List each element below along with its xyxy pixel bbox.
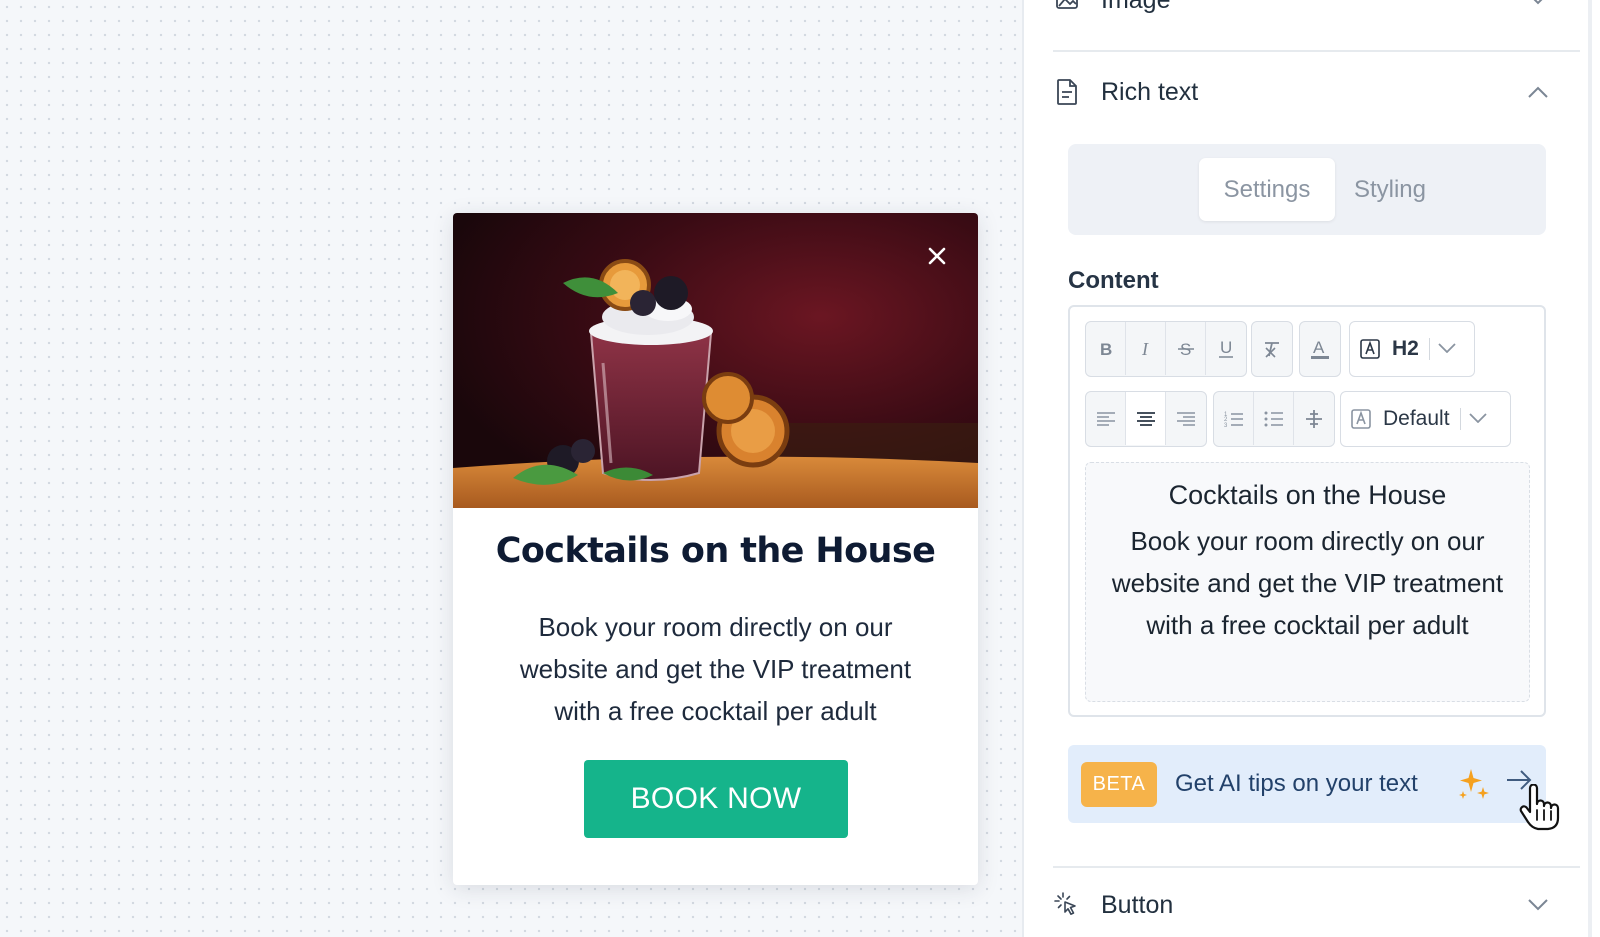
bold-icon[interactable]: B: [1086, 322, 1126, 375]
ai-tips-label: Get AI tips on your text: [1175, 770, 1418, 797]
align-left-icon[interactable]: [1086, 392, 1126, 445]
italic-icon[interactable]: I: [1126, 322, 1166, 375]
editor-body-text: Book your room directly on our website a…: [1111, 526, 1504, 640]
clear-format-group: [1251, 321, 1293, 377]
hand-pointer-cursor-icon: [1518, 783, 1562, 837]
bullet-list-icon[interactable]: [1254, 392, 1294, 445]
select-separator: [1459, 408, 1462, 430]
tab-settings[interactable]: Settings: [1199, 158, 1335, 221]
sparkle-icon: [1457, 767, 1491, 806]
font-family-select[interactable]: Default: [1340, 391, 1511, 447]
divider: [1053, 866, 1580, 868]
beta-badge: BETA: [1081, 761, 1157, 807]
document-icon: [1053, 78, 1081, 106]
popup-body-text[interactable]: Book your room directly on our website a…: [503, 606, 928, 732]
align-right-icon[interactable]: [1166, 392, 1206, 445]
ordered-list-icon[interactable]: 123: [1214, 392, 1254, 445]
cursor-click-icon: [1053, 891, 1081, 919]
svg-text:B: B: [1100, 340, 1112, 358]
text-color-icon[interactable]: A: [1300, 322, 1340, 375]
svg-text:U: U: [1220, 339, 1232, 357]
svg-text:A: A: [1313, 338, 1325, 357]
tab-styling[interactable]: Styling: [1335, 158, 1445, 221]
align-button-group: [1085, 391, 1207, 447]
chevron-up-icon[interactable]: [1524, 78, 1552, 106]
font-box-icon: [1351, 409, 1371, 429]
image-section-header[interactable]: Image: [1053, 0, 1552, 14]
strikethrough-icon[interactable]: S: [1166, 322, 1206, 375]
heading-select[interactable]: H2: [1349, 321, 1475, 377]
cocktail-photo[interactable]: [453, 213, 978, 508]
chevron-down-icon[interactable]: [1524, 891, 1552, 919]
book-now-button[interactable]: BOOK NOW: [584, 760, 848, 838]
format-button-group: B I S U: [1085, 321, 1247, 377]
chevron-down-icon: [1438, 340, 1456, 358]
image-section-label: Image: [1101, 0, 1524, 15]
close-icon[interactable]: [922, 241, 952, 271]
line-height-icon[interactable]: [1294, 392, 1334, 445]
heading-select-value: H2: [1392, 337, 1419, 360]
underline-icon[interactable]: U: [1206, 322, 1246, 375]
chevron-down-icon: [1469, 410, 1487, 428]
svg-text:3: 3: [1224, 423, 1228, 428]
list-button-group: 123: [1213, 391, 1335, 447]
font-family-select-value: Default: [1383, 407, 1450, 430]
popup-preview[interactable]: Cocktails on the House Book your room di…: [453, 213, 978, 885]
ai-tips-button[interactable]: BETA Get AI tips on your text: [1068, 745, 1546, 823]
image-icon: [1053, 0, 1081, 14]
editor-canvas[interactable]: Cocktails on the House Book your room di…: [0, 0, 1022, 937]
properties-panel: Image Rich text Settings Styling Content…: [1022, 0, 1600, 937]
divider: [1053, 50, 1580, 52]
settings-styling-tabs: Settings Styling: [1068, 144, 1546, 235]
align-center-icon[interactable]: [1126, 392, 1166, 445]
scrollbar[interactable]: [1588, 0, 1592, 937]
rich-text-section-label: Rich text: [1101, 77, 1199, 106]
font-box-icon: [1360, 339, 1380, 359]
button-section-label: Button: [1101, 890, 1174, 919]
rich-text-section-header[interactable]: Rich text: [1053, 77, 1552, 107]
chevron-down-icon[interactable]: [1524, 0, 1552, 14]
svg-text:I: I: [1141, 340, 1149, 358]
rich-text-editor: B I S U A H2 123 Default Cocktails on th…: [1068, 305, 1546, 717]
select-separator: [1428, 338, 1431, 360]
text-color-group: A: [1299, 321, 1341, 377]
editor-heading-text: Cocktails on the House: [1168, 480, 1447, 510]
popup-title[interactable]: Cocktails on the House: [453, 531, 978, 571]
rich-text-input[interactable]: Cocktails on the House Book your room di…: [1085, 462, 1530, 702]
clear-format-icon[interactable]: [1252, 322, 1292, 375]
content-label: Content: [1068, 267, 1159, 294]
button-section-header[interactable]: Button: [1053, 890, 1552, 920]
